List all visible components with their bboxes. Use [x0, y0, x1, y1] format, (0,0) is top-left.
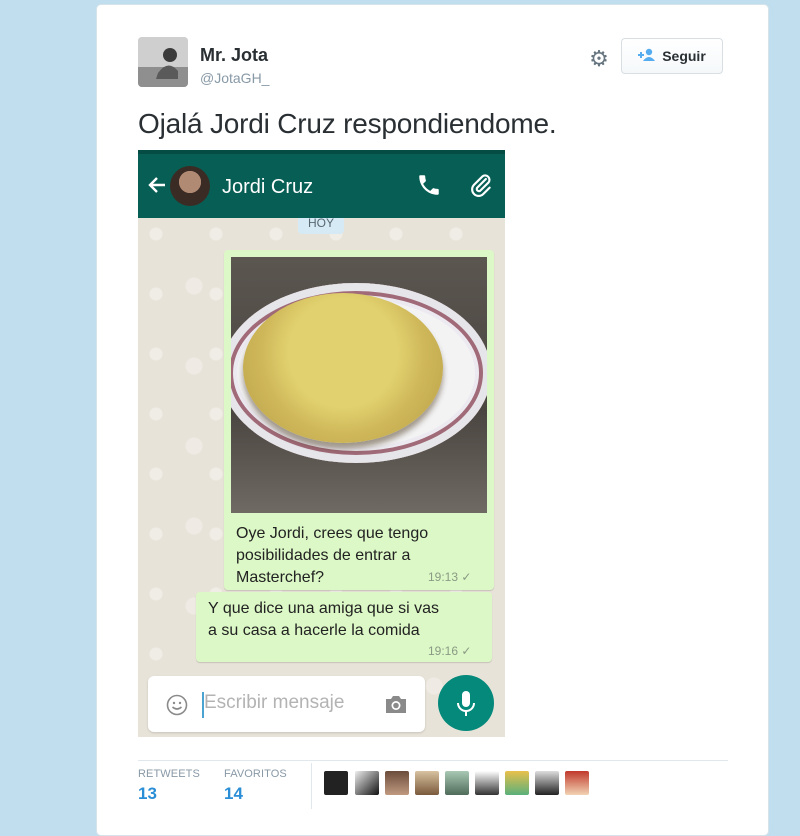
tweet-photo[interactable]: Jordi Cruz HOY Oye Jordi, crees que teng… [138, 150, 505, 737]
plate-shape [231, 283, 487, 463]
phone-icon [416, 172, 442, 198]
tweet-text: Ojalá Jordi Cruz respondiendome. [138, 108, 557, 139]
favoriter-avatar[interactable] [415, 771, 439, 795]
favoriter-avatar[interactable] [475, 771, 499, 795]
message-input-placeholder: Escribir mensaje [204, 692, 345, 713]
contact-name: Jordi Cruz [222, 176, 314, 198]
retweets-label[interactable]: RETWEETS [138, 768, 200, 780]
favoriter-avatar[interactable] [355, 771, 379, 795]
favoriter-avatar[interactable] [535, 771, 559, 795]
follow-button[interactable]: Seguir [621, 38, 723, 74]
stats-divider-top [138, 760, 728, 761]
chat-header: Jordi Cruz [138, 150, 505, 218]
check-icon: ✓ [461, 644, 472, 658]
microphone-icon [457, 691, 475, 716]
author-avatar[interactable] [138, 37, 188, 87]
mic-button [438, 675, 494, 731]
stats-separator [311, 763, 312, 809]
favorites-label[interactable]: FAVORITOS [224, 768, 287, 780]
status-bar [138, 150, 505, 154]
author-handle[interactable]: @JotaGH_ [200, 70, 269, 86]
favoriter-avatar[interactable] [445, 771, 469, 795]
message-2-text: Y que dice una amiga que si vas a su cas… [208, 600, 439, 639]
add-user-icon [638, 48, 656, 65]
message-2-time: 19:16 ✓ [428, 644, 472, 658]
author-name[interactable]: Mr. Jota [200, 45, 268, 66]
gear-icon[interactable]: ⚙ [587, 47, 611, 71]
follow-label: Seguir [662, 48, 706, 64]
message-1-time: 19:13 ✓ [428, 570, 472, 584]
retweets-count[interactable]: 13 [138, 784, 157, 804]
emoji-icon [166, 694, 188, 716]
tortilla-photo [231, 257, 487, 513]
paperclip-icon [468, 172, 494, 198]
favoriter-avatar[interactable] [324, 771, 348, 795]
contact-avatar [170, 166, 210, 206]
tortilla-shape [243, 293, 443, 443]
back-arrow-icon [146, 174, 168, 200]
favoriter-avatar[interactable] [505, 771, 529, 795]
check-icon: ✓ [461, 570, 472, 584]
date-chip: HOY [298, 217, 344, 234]
favoriter-avatar[interactable] [385, 771, 409, 795]
favorites-count[interactable]: 14 [224, 784, 243, 804]
camera-icon [384, 693, 408, 715]
favoriter-avatar[interactable] [565, 771, 589, 795]
tweet-card: Mr. Jota @JotaGH_ ⚙ Seguir Ojalá Jordi C… [96, 4, 769, 836]
